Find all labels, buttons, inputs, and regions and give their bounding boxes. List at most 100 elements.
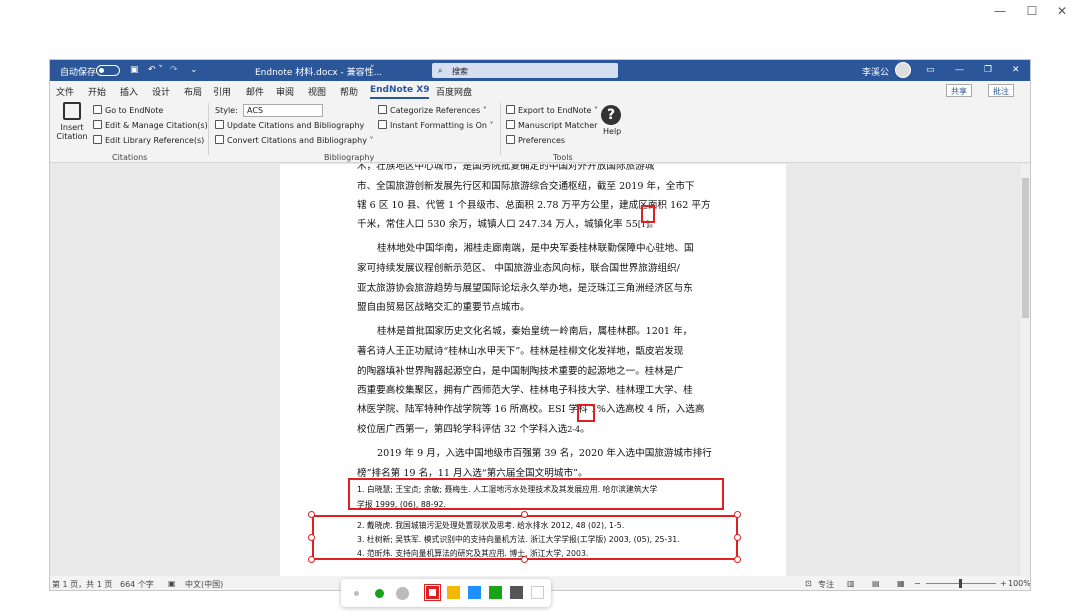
minimize-icon[interactable]: — bbox=[986, 4, 1014, 18]
resize-handle[interactable] bbox=[308, 511, 315, 518]
zoom-in-icon[interactable]: + bbox=[1000, 579, 1007, 588]
style-select[interactable]: ACS bbox=[243, 104, 323, 117]
autosave-toggle[interactable] bbox=[96, 65, 120, 76]
instant-formatting-button[interactable]: Instant Formatting is On ˅ bbox=[378, 120, 493, 130]
close-icon[interactable]: ✕ bbox=[1048, 4, 1076, 18]
preferences-button[interactable]: Preferences bbox=[506, 135, 565, 145]
go-to-endnote-button[interactable]: Go to EndNote bbox=[93, 105, 163, 115]
ribbon-display-icon[interactable]: ▭ bbox=[926, 65, 935, 75]
title-dropdown-icon[interactable]: ˅ bbox=[370, 65, 375, 75]
search-placeholder: 搜索 bbox=[452, 67, 468, 76]
edit-library-icon bbox=[93, 135, 102, 144]
text-line: 市、全国旅游创新发展先行区和国际旅游综合交通枢纽，截至 2019 年，全市下 bbox=[357, 178, 695, 192]
resize-handle[interactable] bbox=[734, 556, 741, 563]
help-icon[interactable]: ? bbox=[601, 105, 621, 125]
edit-library-reference-button[interactable]: Edit Library Reference(s) bbox=[93, 135, 204, 145]
menu-item[interactable]: 邮件 bbox=[246, 85, 264, 98]
menu-item[interactable]: 布局 bbox=[184, 85, 202, 98]
color-swatch-blue[interactable] bbox=[468, 586, 481, 599]
proofing-icon[interactable]: ▣ bbox=[168, 579, 176, 588]
share-button[interactable]: 共享 bbox=[946, 84, 972, 97]
word-count[interactable]: 664 个字 bbox=[120, 579, 154, 590]
search-icon: ⌕ bbox=[438, 66, 443, 75]
maximize-icon[interactable]: ☐ bbox=[1018, 4, 1046, 18]
text-line-content: 辖 6 区 10 县、代管 1 个县级市、总面积 2.78 万平方公里，建成区面… bbox=[357, 200, 711, 211]
document-page[interactable]: 木，壮族地区中心城市，是国务院批复确定的中国对外开放国际旅游城市、全国旅游创新发… bbox=[280, 164, 786, 576]
categorize-references-button[interactable]: Categorize References ˅ bbox=[378, 105, 487, 115]
customize-icon[interactable]: ⌄ bbox=[190, 65, 198, 75]
manuscript-matcher-icon bbox=[506, 120, 515, 129]
redo-icon[interactable]: ↷ bbox=[170, 65, 178, 75]
color-swatch-green[interactable] bbox=[489, 586, 502, 599]
update-citations-button[interactable]: Update Citations and Bibliography bbox=[215, 120, 364, 130]
zoom-level[interactable]: 100% bbox=[1008, 579, 1030, 588]
vertical-scrollbar[interactable] bbox=[1021, 164, 1030, 576]
resize-handle[interactable] bbox=[521, 511, 528, 518]
annotation-box-reference-1 bbox=[348, 478, 724, 510]
divider bbox=[500, 103, 501, 155]
user-name[interactable]: 李溪公 bbox=[862, 65, 889, 78]
text-line-content: 盟自由贸易区战略交汇的重要节点城市。 bbox=[357, 302, 530, 313]
color-swatch-yellow[interactable] bbox=[447, 586, 460, 599]
language[interactable]: 中文(中国) bbox=[185, 579, 223, 590]
annotation-box-citation-2 bbox=[577, 404, 595, 422]
pen-size-medium[interactable] bbox=[375, 589, 384, 598]
color-swatch-red[interactable] bbox=[424, 584, 441, 601]
citations-group-label: Citations bbox=[112, 153, 148, 162]
search-input[interactable]: ⌕ 搜索 bbox=[432, 63, 618, 78]
resize-handle[interactable] bbox=[734, 511, 741, 518]
menu-item[interactable]: 引用 bbox=[213, 85, 231, 98]
resize-handle[interactable] bbox=[521, 556, 528, 563]
menu-item[interactable]: 百度网盘 bbox=[436, 85, 472, 98]
minimize-icon[interactable]: — bbox=[955, 65, 964, 75]
text-line: 西重要高校集聚区，拥有广西师范大学、桂林电子科技大学、桂林理工大学、桂 bbox=[357, 382, 693, 396]
annotation-box-citation-1 bbox=[641, 205, 655, 223]
web-layout-icon[interactable]: ▦ bbox=[897, 579, 905, 588]
menu-item[interactable]: 文件 bbox=[56, 85, 74, 98]
menu-item[interactable]: EndNote X9 bbox=[370, 85, 430, 99]
zoom-out-icon[interactable]: − bbox=[914, 579, 921, 588]
color-swatch-white[interactable] bbox=[531, 586, 544, 599]
read-mode-icon[interactable]: ▥ bbox=[847, 579, 855, 588]
pen-size-small[interactable] bbox=[354, 591, 359, 596]
text-line: 亚太旅游协会旅游趋势与展望国际论坛永久举办地，是泛珠江三角洲经济区与东 bbox=[357, 280, 693, 294]
insert-citation-button[interactable]: Insert Citation bbox=[56, 102, 88, 141]
export-to-endnote-button[interactable]: Export to EndNote ˅ bbox=[506, 105, 598, 115]
resize-handle[interactable] bbox=[308, 534, 315, 541]
menu-item[interactable]: 开始 bbox=[88, 85, 106, 98]
focus-icon[interactable]: ⊡ bbox=[805, 579, 812, 588]
restore-icon[interactable]: ❐ bbox=[984, 65, 992, 75]
pen-size-large[interactable] bbox=[396, 587, 409, 600]
update-citations-label: Update Citations and Bibliography bbox=[227, 121, 365, 130]
menu-item[interactable]: 插入 bbox=[120, 85, 138, 98]
style-label: Style: bbox=[215, 106, 238, 115]
color-swatch-gray[interactable] bbox=[510, 586, 523, 599]
convert-citations-button[interactable]: Convert Citations and Bibliography ˅ bbox=[215, 135, 373, 145]
focus-label[interactable]: 专注 bbox=[818, 579, 834, 590]
page-count[interactable]: 第 1 页，共 1 页 bbox=[52, 579, 112, 590]
word-window: 自动保存 ▣ ↶ ˅ ↷ ⌄ Endnote 材料.docx - 兼容性... … bbox=[49, 59, 1031, 591]
comment-button[interactable]: 批注 bbox=[988, 84, 1014, 97]
text-line-content: 的陶器填补世界陶器起源空白，是中国制陶技术重要的起源地之一。桂林是广 bbox=[357, 366, 684, 377]
avatar[interactable] bbox=[895, 62, 911, 78]
edit-manage-citations-button[interactable]: Edit & Manage Citation(s) bbox=[93, 120, 208, 130]
resize-handle[interactable] bbox=[734, 534, 741, 541]
menu-item[interactable]: 视图 bbox=[308, 85, 326, 98]
text-line-content: 木，壮族地区中心城市，是国务院批复确定的中国对外开放国际旅游城 bbox=[357, 164, 655, 172]
menu-item[interactable]: 设计 bbox=[152, 85, 170, 98]
save-icon[interactable]: ▣ bbox=[130, 65, 139, 75]
manuscript-matcher-button[interactable]: Manuscript Matcher bbox=[506, 120, 597, 130]
text-line: 桂林地处中国华南，湘桂走廊南端，是中央军委桂林联勤保障中心驻地、国 bbox=[377, 240, 694, 254]
text-line: 家可持续发展议程创新示范区、 中国旅游业态风向标，联合国世界旅游组织/ bbox=[357, 260, 680, 274]
citation-marker[interactable]: 2-4 bbox=[567, 425, 580, 434]
zoom-thumb[interactable] bbox=[959, 579, 962, 588]
menu-item[interactable]: 审阅 bbox=[276, 85, 294, 98]
print-layout-icon[interactable]: ▤ bbox=[872, 579, 880, 588]
undo-icon[interactable]: ↶ ˅ bbox=[148, 65, 163, 75]
text-line: 辖 6 区 10 县、代管 1 个县级市、总面积 2.78 万平方公里，建成区面… bbox=[357, 197, 711, 211]
convert-citations-label: Convert Citations and Bibliography bbox=[227, 136, 367, 145]
scroll-thumb[interactable] bbox=[1022, 178, 1029, 318]
menu-item[interactable]: 帮助 bbox=[340, 85, 358, 98]
resize-handle[interactable] bbox=[308, 556, 315, 563]
close-icon[interactable]: ✕ bbox=[1012, 65, 1020, 75]
